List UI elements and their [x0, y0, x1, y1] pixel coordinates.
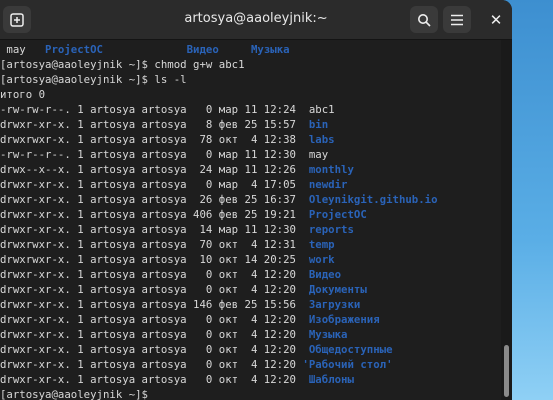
directory-name: Изображения [308, 313, 380, 326]
terminal-line: drwxr-xr-x. 1 artosya artosya 0 мар 4 17… [0, 177, 502, 192]
terminal-line: drwxr-xr-x. 1 artosya artosya 8 фев 25 1… [0, 117, 502, 132]
terminal-text: -rw-rw-r--. 1 artosya artosya 0 мар 11 1… [0, 103, 309, 116]
terminal-text: drwxr-xr-x. 1 artosya artosya 0 окт 4 12… [0, 283, 309, 296]
terminal-text: drwxr-xr-x. 1 artosya artosya 26 фев 25 … [0, 193, 309, 206]
terminal-text: drwxr-xr-x. 1 artosya artosya 0 окт 4 12… [0, 343, 309, 356]
terminal-line: drwx--x--x. 1 artosya artosya 24 мар 11 … [0, 162, 502, 177]
terminal-text: may [308, 148, 329, 161]
terminal-window: artosya@aaoleyjnik:~ ✕ may ProjectOC Вид… [0, 0, 512, 400]
terminal-line: drwxr-xr-x. 1 artosya artosya 0 окт 4 12… [0, 372, 502, 387]
directory-name: labs [308, 133, 335, 146]
terminal-line: итого 0 [0, 87, 502, 102]
terminal-line: -rw-r--r--. 1 artosya artosya 0 мар 11 1… [0, 147, 502, 162]
terminal-line: drwxrwxr-x. 1 artosya artosya 10 окт 14 … [0, 252, 502, 267]
directory-name: ProjectOC [308, 208, 367, 221]
terminal-line: [artosya@aaoleyjnik ~]$ chmod g+w abc1 [0, 57, 502, 72]
terminal-output[interactable]: may ProjectOC Видео Музыка [artosya@aaole… [0, 42, 502, 400]
title-bar: artosya@aaoleyjnik:~ ✕ [0, 0, 512, 40]
terminal-text: drwxrwxr-x. 1 artosya artosya 78 окт 4 1… [0, 133, 309, 146]
terminal-line: drwxr-xr-x. 1 artosya artosya 406 фев 25… [0, 207, 502, 222]
terminal-text: drwxrwxr-x. 1 artosya artosya 10 окт 14 … [0, 253, 309, 266]
search-button[interactable] [410, 6, 438, 33]
terminal-text: abc1 [308, 103, 335, 116]
terminal-text: drwxr-xr-x. 1 artosya artosya 0 окт 4 12… [0, 313, 309, 326]
terminal-line: [artosya@aaoleyjnik ~]$ ls -l [0, 72, 502, 87]
directory-name: work [308, 253, 335, 266]
terminal-line: -rw-rw-r--. 1 artosya artosya 0 мар 11 1… [0, 102, 502, 117]
terminal-text: drwxr-xr-x. 1 artosya artosya 0 окт 4 12… [0, 328, 309, 341]
terminal-text: may [0, 43, 46, 56]
terminal-line: drwxrwxr-x. 1 artosya artosya 78 окт 4 1… [0, 132, 502, 147]
close-icon: ✕ [489, 10, 503, 29]
terminal-line: drwxr-xr-x. 1 artosya artosya 0 окт 4 12… [0, 342, 502, 357]
menu-button[interactable] [443, 6, 471, 33]
directory-name: Шаблоны [308, 373, 354, 386]
terminal-line: drwxr-xr-x. 1 artosya artosya 146 фев 25… [0, 297, 502, 312]
directory-name: Общедоступные [308, 343, 393, 356]
directory-name: monthly [308, 163, 354, 176]
terminal-line: drwxr-xr-x. 1 artosya artosya 26 фев 25 … [0, 192, 502, 207]
directory-name: reports [308, 223, 354, 236]
terminal-text: drwxrwxr-x. 1 artosya artosya 70 окт 4 1… [0, 238, 309, 251]
search-icon [418, 13, 431, 27]
terminal-line: drwxr-xr-x. 1 artosya artosya 0 окт 4 12… [0, 282, 502, 297]
terminal-text: drwxr-xr-x. 1 artosya artosya 0 окт 4 12… [0, 358, 303, 371]
directory-name: 'Рабочий стол' [302, 358, 393, 371]
directory-name: temp [308, 238, 335, 251]
terminal-text: -rw-r--r--. 1 artosya artosya 0 мар 11 1… [0, 148, 309, 161]
directory-name: Документы [308, 283, 367, 296]
directory-name: newdir [308, 178, 348, 191]
terminal-text: drwxr-xr-x. 1 artosya artosya 0 окт 4 12… [0, 268, 309, 281]
terminal-line: [artosya@aaoleyjnik ~]$ [0, 387, 502, 400]
terminal-line: drwxr-xr-x. 1 artosya artosya 0 окт 4 12… [0, 267, 502, 282]
close-button[interactable]: ✕ [482, 6, 510, 33]
terminal-text: drwxr-xr-x. 1 artosya artosya 0 мар 4 17… [0, 178, 309, 191]
directory-name: Загрузки [308, 298, 361, 311]
terminal-text: drwx--x--x. 1 artosya artosya 24 мар 11 … [0, 163, 309, 176]
terminal-text: drwxr-xr-x. 1 artosya artosya 8 фев 25 1… [0, 118, 309, 131]
directory-name: ProjectOC [45, 43, 103, 56]
terminal-line: drwxr-xr-x. 1 artosya artosya 0 окт 4 12… [0, 312, 502, 327]
scrollbar[interactable] [501, 40, 512, 400]
terminal-line: drwxr-xr-x. 1 artosya artosya 0 окт 4 12… [0, 327, 502, 342]
terminal-text: итого 0 [0, 88, 46, 101]
terminal-line: drwxrwxr-x. 1 artosya artosya 70 окт 4 1… [0, 237, 502, 252]
directory-name: Oleynikgit.github.io [308, 193, 438, 206]
terminal-text: [artosya@aaoleyjnik ~]$ ls -l [0, 73, 187, 86]
directory-name: Видео [186, 43, 219, 56]
directory-name: Музыка [251, 43, 290, 56]
terminal-text: [artosya@aaoleyjnik ~]$ chmod g+w abc1 [0, 58, 245, 71]
terminal-line: drwxr-xr-x. 1 artosya artosya 0 окт 4 12… [0, 357, 502, 372]
terminal-text: [artosya@aaoleyjnik ~]$ [0, 388, 155, 400]
directory-name: bin [308, 118, 329, 131]
terminal-line: may ProjectOC Видео Музыка [0, 42, 502, 57]
scrollbar-thumb[interactable] [504, 345, 509, 397]
terminal-text: drwxr-xr-x. 1 artosya artosya 406 фев 25… [0, 208, 309, 221]
terminal-line: drwxr-xr-x. 1 artosya artosya 14 мар 11 … [0, 222, 502, 237]
terminal-text: drwxr-xr-x. 1 artosya artosya 146 фев 25… [0, 298, 309, 311]
directory-name: Музыка [308, 328, 348, 341]
directory-name: Видео [308, 268, 342, 281]
hamburger-menu-icon [451, 14, 463, 25]
terminal-text: drwxr-xr-x. 1 artosya artosya 14 мар 11 … [0, 223, 309, 236]
terminal-text: drwxr-xr-x. 1 artosya artosya 0 окт 4 12… [0, 373, 309, 386]
